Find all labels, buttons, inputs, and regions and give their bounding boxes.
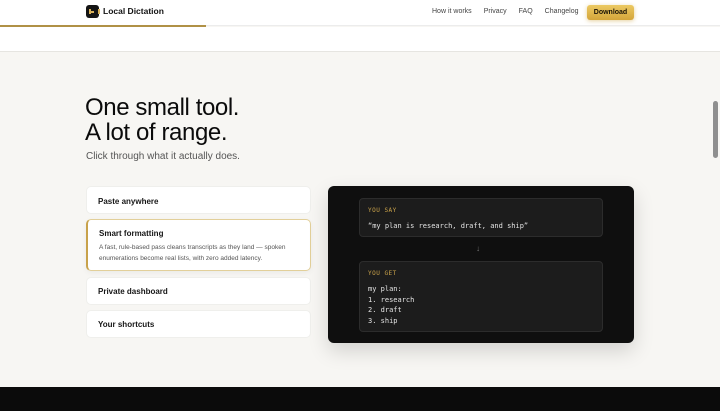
top-nav: Local Dictation How it works Privacy FAQ… bbox=[0, 0, 720, 26]
title-line-2: A lot of range. bbox=[85, 119, 228, 146]
you-say-card: YOU SAY “my plan is research, draft, and… bbox=[359, 198, 603, 237]
nav-link-privacy[interactable]: Privacy bbox=[484, 8, 507, 15]
brand-name: Local Dictation bbox=[103, 6, 164, 16]
nav-link-faq[interactable]: FAQ bbox=[519, 8, 533, 15]
feature-title: Your shortcuts bbox=[98, 320, 155, 329]
title-line-1: One small tool. bbox=[85, 94, 240, 121]
arrow-down-icon: ↓ bbox=[476, 244, 480, 253]
feature-description: A fast, rule-based pass cleans transcrip… bbox=[99, 244, 286, 262]
logo-icon bbox=[86, 5, 100, 18]
demo-panel: YOU SAY “my plan is research, draft, and… bbox=[328, 186, 634, 343]
you-say-text: “my plan is research, draft, and ship” bbox=[368, 222, 529, 230]
you-say-label: YOU SAY bbox=[368, 207, 397, 214]
nav-link-changelog[interactable]: Changelog bbox=[545, 8, 579, 15]
nav-link-how-it-works[interactable]: How it works bbox=[432, 8, 472, 15]
you-get-text: my plan: 1. research 2. draft 3. ship bbox=[368, 285, 415, 325]
feature-tab-smart-formatting[interactable]: Smart formatting A fast, rule-based pass… bbox=[86, 219, 311, 271]
brand-logo[interactable]: Local Dictation bbox=[86, 5, 164, 18]
feature-title: Private dashboard bbox=[98, 287, 168, 296]
feature-title: Smart formatting bbox=[99, 229, 164, 238]
scrollbar-thumb[interactable] bbox=[713, 101, 718, 158]
you-get-label: YOU GET bbox=[368, 270, 397, 277]
feature-tab-paste-anywhere[interactable]: Paste anywhere bbox=[86, 186, 311, 214]
section-divider-band bbox=[0, 27, 720, 52]
feature-tab-private-dashboard[interactable]: Private dashboard bbox=[86, 277, 311, 305]
footer-band bbox=[0, 387, 720, 411]
you-get-card: YOU GET my plan: 1. research 2. draft 3.… bbox=[359, 261, 603, 332]
page-title: One small tool. A lot of range. bbox=[85, 95, 239, 145]
page-subtitle: Click through what it actually does. bbox=[86, 151, 240, 162]
nav-links: How it works Privacy FAQ Changelog bbox=[432, 8, 591, 15]
download-button[interactable]: Download bbox=[587, 5, 634, 20]
feature-tab-your-shortcuts[interactable]: Your shortcuts bbox=[86, 310, 311, 338]
feature-title: Paste anywhere bbox=[98, 197, 159, 206]
